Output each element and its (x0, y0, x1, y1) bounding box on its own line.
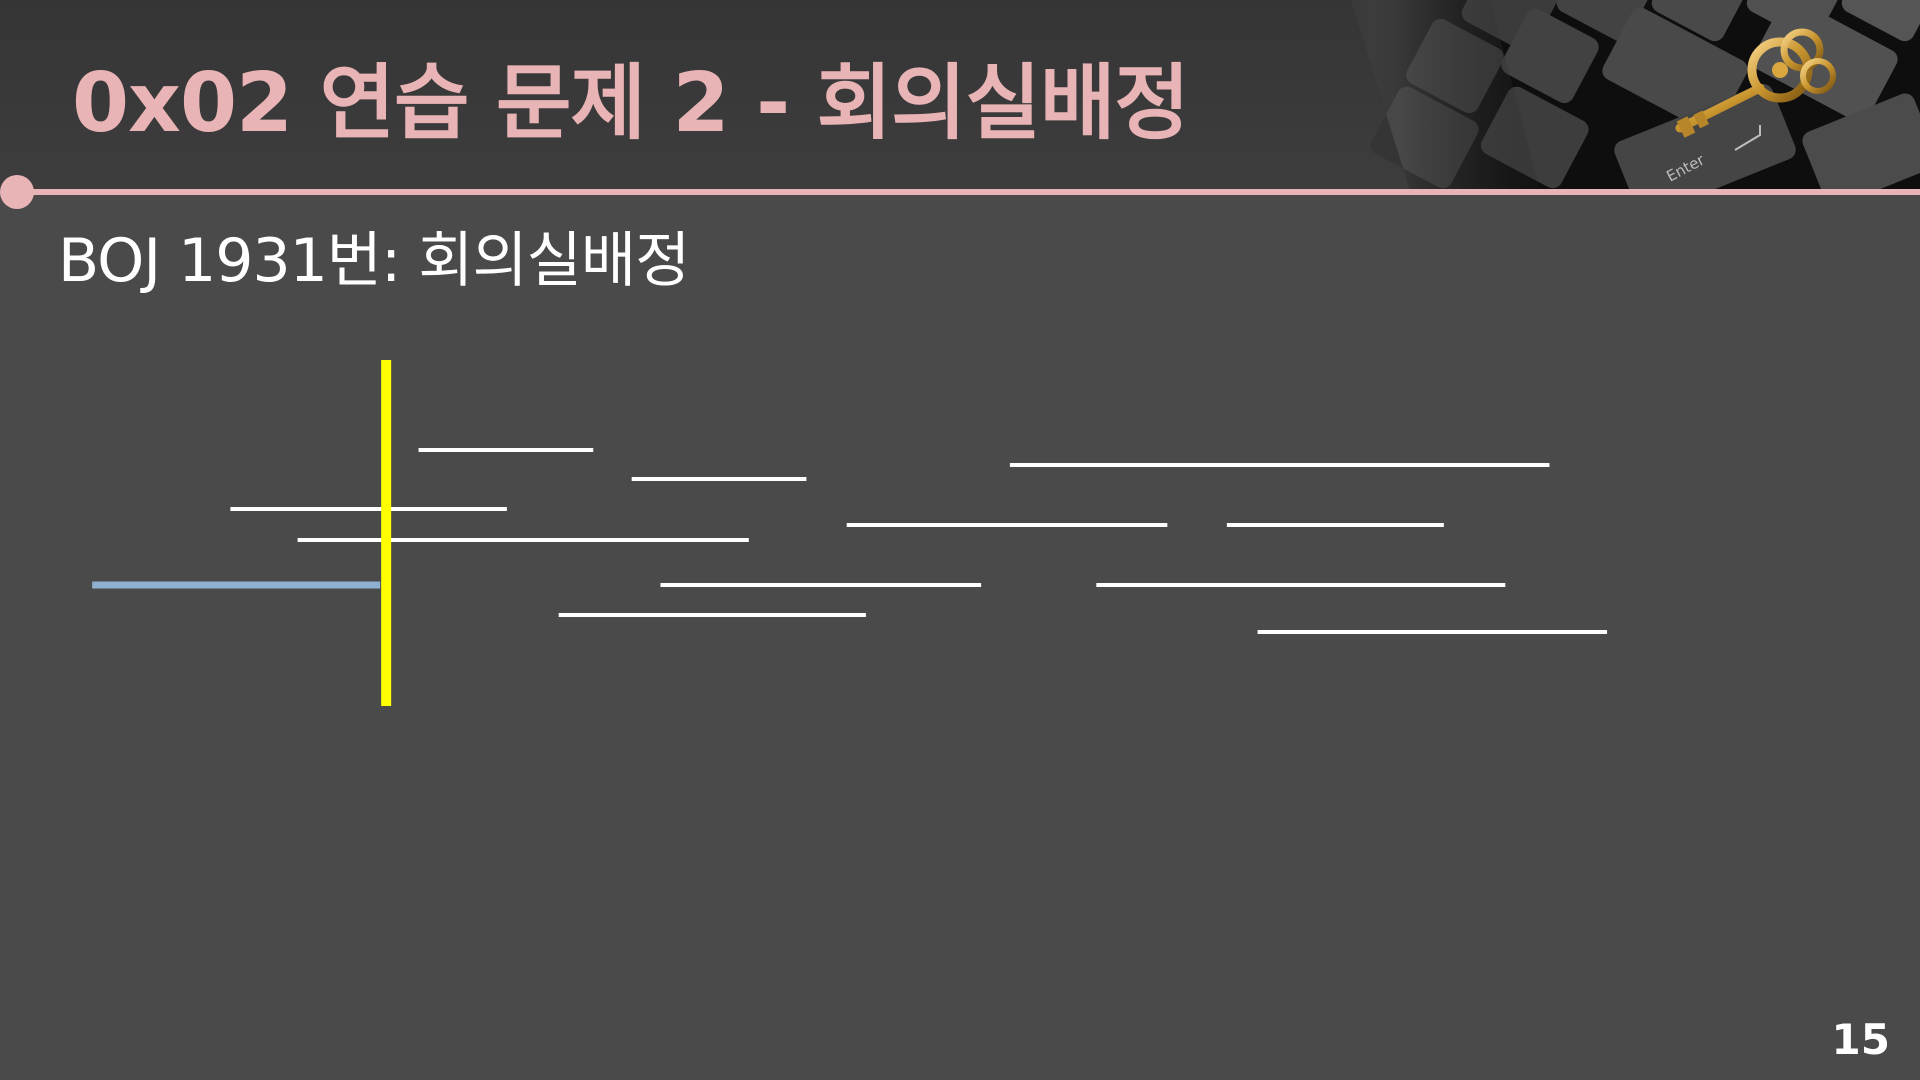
interval-diagram (92, 360, 1608, 706)
slide: 0x02 연습 문제 2 - 회의실배정 Enter BOJ 1931번: 회의… (0, 0, 1920, 1080)
page-number: 15 (1831, 1015, 1890, 1064)
